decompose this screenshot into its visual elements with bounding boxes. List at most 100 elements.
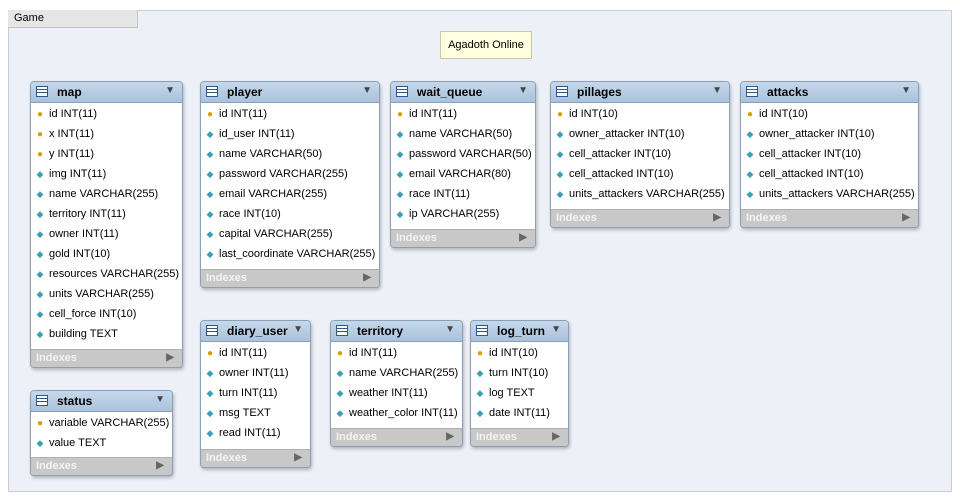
- column-row[interactable]: ● id INT(10): [471, 344, 568, 364]
- table-header[interactable]: log_turn ▼: [471, 321, 568, 342]
- table-map[interactable]: map ▼ ● id INT(11) ● x INT(11) ● y INT(11) ◆ img …: [30, 81, 183, 368]
- column-row[interactable]: ◆ units VARCHAR(255): [31, 285, 182, 305]
- column-row[interactable]: ◆ date INT(11): [471, 404, 568, 424]
- column-row[interactable]: ● variable VARCHAR(255): [31, 414, 172, 434]
- collapse-arrow-icon[interactable]: ▼: [551, 324, 561, 335]
- expand-arrow-icon[interactable]: ▶: [166, 350, 174, 366]
- table-territory[interactable]: territory ▼ ● id INT(11) ◆ name VARCHAR(255) ◆…: [330, 320, 463, 447]
- column-row[interactable]: ◆ img INT(11): [31, 165, 182, 185]
- expand-arrow-icon[interactable]: ▶: [713, 210, 721, 226]
- column-row[interactable]: ◆ cell_force INT(10): [31, 305, 182, 325]
- expand-arrow-icon[interactable]: ▶: [363, 270, 371, 286]
- table-pillages[interactable]: pillages ▼ ● id INT(10) ◆ owner_attacker INT(…: [550, 81, 730, 228]
- expand-arrow-icon[interactable]: ▶: [902, 210, 910, 226]
- column-row[interactable]: ◆ gold INT(10): [31, 245, 182, 265]
- column-row[interactable]: ● x INT(11): [31, 125, 182, 145]
- column-row[interactable]: ◆ weather INT(11): [331, 384, 462, 404]
- column-row[interactable]: ◆ race INT(11): [391, 185, 535, 205]
- column-row[interactable]: ◆ email VARCHAR(255): [201, 185, 379, 205]
- column-row[interactable]: ◆ owner INT(11): [201, 364, 310, 384]
- layer-title[interactable]: Game: [8, 10, 138, 28]
- column-row[interactable]: ◆ last_coordinate VARCHAR(255): [201, 245, 379, 265]
- column-row[interactable]: ◆ turn INT(10): [471, 364, 568, 384]
- column-row[interactable]: ◆ email VARCHAR(80): [391, 165, 535, 185]
- expand-arrow-icon[interactable]: ▶: [294, 450, 302, 466]
- column-row[interactable]: ◆ owner_attacker INT(10): [741, 125, 918, 145]
- table-header[interactable]: player ▼: [201, 82, 379, 103]
- column-row[interactable]: ◆ cell_attacked INT(10): [741, 165, 918, 185]
- column-row[interactable]: ◆ id_user INT(11): [201, 125, 379, 145]
- table-diary-user[interactable]: diary_user ▼ ● id INT(11) ◆ owner INT(11) ◆ tur…: [200, 320, 311, 468]
- column-row[interactable]: ● id INT(10): [741, 105, 918, 125]
- collapse-arrow-icon[interactable]: ▼: [901, 85, 911, 96]
- table-status[interactable]: status ▼ ● variable VARCHAR(255) ◆ value TEXT…: [30, 390, 173, 476]
- note-box[interactable]: Agadoth Online: [440, 31, 532, 59]
- column-row[interactable]: ◆ building TEXT: [31, 325, 182, 345]
- column-row[interactable]: ◆ owner_attacker INT(10): [551, 125, 729, 145]
- indexes-bar[interactable]: Indexes ▶: [391, 229, 535, 247]
- indexes-bar[interactable]: Indexes ▶: [31, 457, 172, 475]
- column-row[interactable]: ◆ read INT(11): [201, 424, 310, 444]
- column-row[interactable]: ● y INT(11): [31, 145, 182, 165]
- table-header[interactable]: pillages ▼: [551, 82, 729, 103]
- indexes-label: Indexes: [396, 232, 437, 244]
- table-header[interactable]: attacks ▼: [741, 82, 918, 103]
- table-header[interactable]: map ▼: [31, 82, 182, 103]
- indexes-bar[interactable]: Indexes ▶: [551, 209, 729, 227]
- column-row[interactable]: ◆ race INT(10): [201, 205, 379, 225]
- indexes-bar[interactable]: Indexes ▶: [741, 209, 918, 227]
- column-row[interactable]: ◆ name VARCHAR(50): [391, 125, 535, 145]
- collapse-arrow-icon[interactable]: ▼: [165, 85, 175, 96]
- column-row[interactable]: ● id INT(11): [201, 344, 310, 364]
- indexes-bar[interactable]: Indexes ▶: [201, 449, 310, 467]
- table-wait-queue[interactable]: wait_queue ▼ ● id INT(11) ◆ name VARCHAR(50) ◆…: [390, 81, 536, 248]
- column-icon: ◆: [206, 368, 214, 378]
- column-row[interactable]: ◆ name VARCHAR(255): [31, 185, 182, 205]
- collapse-arrow-icon[interactable]: ▼: [362, 85, 372, 96]
- column-row[interactable]: ◆ turn INT(11): [201, 384, 310, 404]
- column-row[interactable]: ◆ owner INT(11): [31, 225, 182, 245]
- column-row[interactable]: ◆ weather_color INT(11): [331, 404, 462, 424]
- table-header[interactable]: diary_user ▼: [201, 321, 310, 342]
- expand-arrow-icon[interactable]: ▶: [156, 458, 164, 474]
- column-row[interactable]: ◆ ip VARCHAR(255): [391, 205, 535, 225]
- column-row[interactable]: ● id INT(11): [331, 344, 462, 364]
- column-row[interactable]: ● id INT(11): [201, 105, 379, 125]
- column-row[interactable]: ◆ name VARCHAR(255): [331, 364, 462, 384]
- column-row[interactable]: ● id INT(10): [551, 105, 729, 125]
- table-header[interactable]: territory ▼: [331, 321, 462, 342]
- column-row[interactable]: ◆ capital VARCHAR(255): [201, 225, 379, 245]
- indexes-bar[interactable]: Indexes ▶: [31, 349, 182, 367]
- table-header[interactable]: status ▼: [31, 391, 172, 412]
- column-row[interactable]: ◆ name VARCHAR(50): [201, 145, 379, 165]
- table-header[interactable]: wait_queue ▼: [391, 82, 535, 103]
- expand-arrow-icon[interactable]: ▶: [552, 429, 560, 445]
- column-row[interactable]: ◆ cell_attacker INT(10): [551, 145, 729, 165]
- column-row[interactable]: ● id INT(11): [391, 105, 535, 125]
- indexes-bar[interactable]: Indexes ▶: [201, 269, 379, 287]
- expand-arrow-icon[interactable]: ▶: [446, 429, 454, 445]
- column-row[interactable]: ◆ msg TEXT: [201, 404, 310, 424]
- table-attacks[interactable]: attacks ▼ ● id INT(10) ◆ owner_attacker INT(1…: [740, 81, 919, 228]
- table-log-turn[interactable]: log_turn ▼ ● id INT(10) ◆ turn INT(10) ◆ log TE…: [470, 320, 569, 447]
- column-row[interactable]: ◆ territory INT(11): [31, 205, 182, 225]
- collapse-arrow-icon[interactable]: ▼: [155, 394, 165, 405]
- collapse-arrow-icon[interactable]: ▼: [712, 85, 722, 96]
- indexes-bar[interactable]: Indexes ▶: [331, 428, 462, 446]
- column-row[interactable]: ◆ log TEXT: [471, 384, 568, 404]
- column-row[interactable]: ● id INT(11): [31, 105, 182, 125]
- column-row[interactable]: ◆ resources VARCHAR(255): [31, 265, 182, 285]
- collapse-arrow-icon[interactable]: ▼: [293, 324, 303, 335]
- column-row[interactable]: ◆ password VARCHAR(50): [391, 145, 535, 165]
- collapse-arrow-icon[interactable]: ▼: [518, 85, 528, 96]
- column-row[interactable]: ◆ password VARCHAR(255): [201, 165, 379, 185]
- column-row[interactable]: ◆ units_attackers VARCHAR(255): [741, 185, 918, 205]
- expand-arrow-icon[interactable]: ▶: [519, 230, 527, 246]
- column-row[interactable]: ◆ value TEXT: [31, 434, 172, 454]
- indexes-bar[interactable]: Indexes ▶: [471, 428, 568, 446]
- collapse-arrow-icon[interactable]: ▼: [445, 324, 455, 335]
- table-player[interactable]: player ▼ ● id INT(11) ◆ id_user INT(11) ◆ name …: [200, 81, 380, 288]
- column-row[interactable]: ◆ cell_attacked INT(10): [551, 165, 729, 185]
- column-row[interactable]: ◆ units_attackers VARCHAR(255): [551, 185, 729, 205]
- column-row[interactable]: ◆ cell_attacker INT(10): [741, 145, 918, 165]
